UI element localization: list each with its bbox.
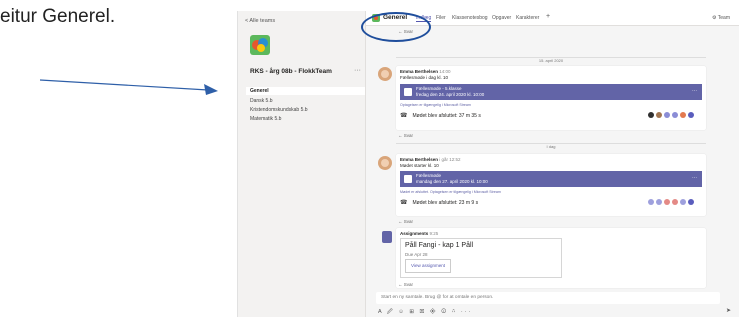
channel-dansk[interactable]: Dansk 5.b <box>250 98 273 104</box>
channel-matematik[interactable]: Matematik 5.b <box>250 116 281 122</box>
reply-link[interactable]: ← Svar <box>398 282 413 287</box>
teams-window: < Alle teams RKS - årg 08b - FlokkTeam ·… <box>237 11 739 317</box>
channel-kristendom[interactable]: Kristendomskundskab 5.b <box>250 107 308 113</box>
sidebar: < Alle teams RKS - årg 08b - FlokkTeam ·… <box>238 11 366 317</box>
avatar <box>378 156 392 170</box>
team-more-icon[interactable]: ··· <box>354 67 361 74</box>
participant-avatar <box>680 199 686 205</box>
meeting-more-icon[interactable]: ··· <box>692 88 697 94</box>
team-settings-button[interactable]: ⚙ Team <box>712 15 730 21</box>
assignment-due: Due Apr 28 <box>405 252 428 257</box>
meeting-card[interactable]: Fællesmøde mandag den 27. april 2020 kl.… <box>400 171 702 187</box>
meeting-card[interactable]: Fællesmøde - 5.klasse fredag den 24. apr… <box>400 84 702 100</box>
meeting-time: fredag den 24. april 2020 kl. 10:00 <box>416 92 485 97</box>
send-icon[interactable]: ➤ <box>726 307 731 314</box>
assignment-title: Påll Fangi - kap 1 Påll <box>405 242 474 249</box>
meeting-more-icon[interactable]: ··· <box>692 175 697 181</box>
meeting-time: mandag den 27. april 2020 kl. 10:00 <box>416 179 488 184</box>
meeting-ended-line: ☎ Mødet blev afsluttet: 37 m 35 s <box>400 113 481 119</box>
participant-avatar <box>688 112 694 118</box>
caption-text: eitur Generel. <box>0 6 116 27</box>
reply-link[interactable]: ← Svar <box>398 29 413 34</box>
tab-class-notebook[interactable]: Klassenotesbog <box>452 15 488 21</box>
meeting-post-2: Emma Berthelsen i går 12:52 Mødet starte… <box>396 154 706 216</box>
meeting-ended-line: ☎ Mødet blev afsluttet: 23 m 9 s <box>400 200 479 206</box>
avatar <box>378 67 392 81</box>
participant-avatar <box>672 112 678 118</box>
participant-avatars <box>648 199 694 205</box>
tab-assignments[interactable]: Opgaver <box>492 15 511 21</box>
calendar-icon <box>404 88 412 96</box>
phone-icon: ☎ <box>400 200 408 206</box>
channel-generel[interactable]: Generel <box>246 87 365 95</box>
post-text: Fællesmøde i dag kl. 10 <box>400 75 449 80</box>
recording-note[interactable]: Mødet er afsluttet. Optagelsen er tilgæn… <box>400 190 501 194</box>
meeting-title: Fællesmøde - 5.klasse <box>416 86 462 91</box>
date-divider: I dag <box>396 143 706 150</box>
post-author: Emma Berthelsen i går 12:52 <box>400 157 461 162</box>
recording-note[interactable]: Optagelsen er tilgængelig i Microsoft St… <box>400 103 471 107</box>
view-assignment-button[interactable]: View assignment <box>405 259 451 273</box>
calendar-icon <box>404 175 412 183</box>
post-text: Mødet starter kl. 10 <box>400 163 439 168</box>
compose-toolbar[interactable]: A 🖉 ☺ ⊞ ▣ ◈ ⊙ ⇩ ··· <box>378 308 472 317</box>
participant-avatar <box>664 112 670 118</box>
tab-files[interactable]: Filer <box>436 15 446 21</box>
participant-avatar <box>656 199 662 205</box>
date-divider: 15. april 2020 <box>396 57 706 64</box>
team-logo <box>250 35 270 55</box>
participant-avatar <box>688 199 694 205</box>
participant-avatars <box>648 112 694 118</box>
assignment-card: Påll Fangi - kap 1 Påll Due Apr 28 View … <box>400 238 562 278</box>
reply-link[interactable]: ← Svar <box>398 133 413 138</box>
participant-avatar <box>680 112 686 118</box>
participant-avatar <box>648 199 654 205</box>
tab-grades[interactable]: Karakterer <box>516 15 539 21</box>
meeting-post-1: Emma Berthelsen 14:00 Fællesmøde i dag k… <box>396 66 706 130</box>
team-name: RKS - årg 08b - FlokkTeam <box>250 68 332 75</box>
participant-avatar <box>648 112 654 118</box>
back-to-teams-link[interactable]: < Alle teams <box>245 18 275 24</box>
phone-icon: ☎ <box>400 113 408 119</box>
assignment-post: Assignments 9:25 Påll Fangi - kap 1 Påll… <box>396 228 706 288</box>
pointer-arrow <box>40 79 218 95</box>
compose-box[interactable]: Start en ny samtale. Brug @ for at omtal… <box>376 292 720 304</box>
meeting-title: Fællesmøde <box>416 173 442 178</box>
post-author: Emma Berthelsen 14:00 <box>400 69 451 74</box>
posts-feed: ← Svar 15. april 2020 Emma Berthelsen 14… <box>366 26 739 296</box>
post-author: Assignments 9:25 <box>400 231 439 236</box>
participant-avatar <box>672 199 678 205</box>
assignments-icon <box>382 231 392 243</box>
participant-avatar <box>664 199 670 205</box>
reply-link[interactable]: ← Svar <box>398 219 413 224</box>
participant-avatar <box>656 112 662 118</box>
add-tab-button[interactable]: + <box>546 13 550 20</box>
